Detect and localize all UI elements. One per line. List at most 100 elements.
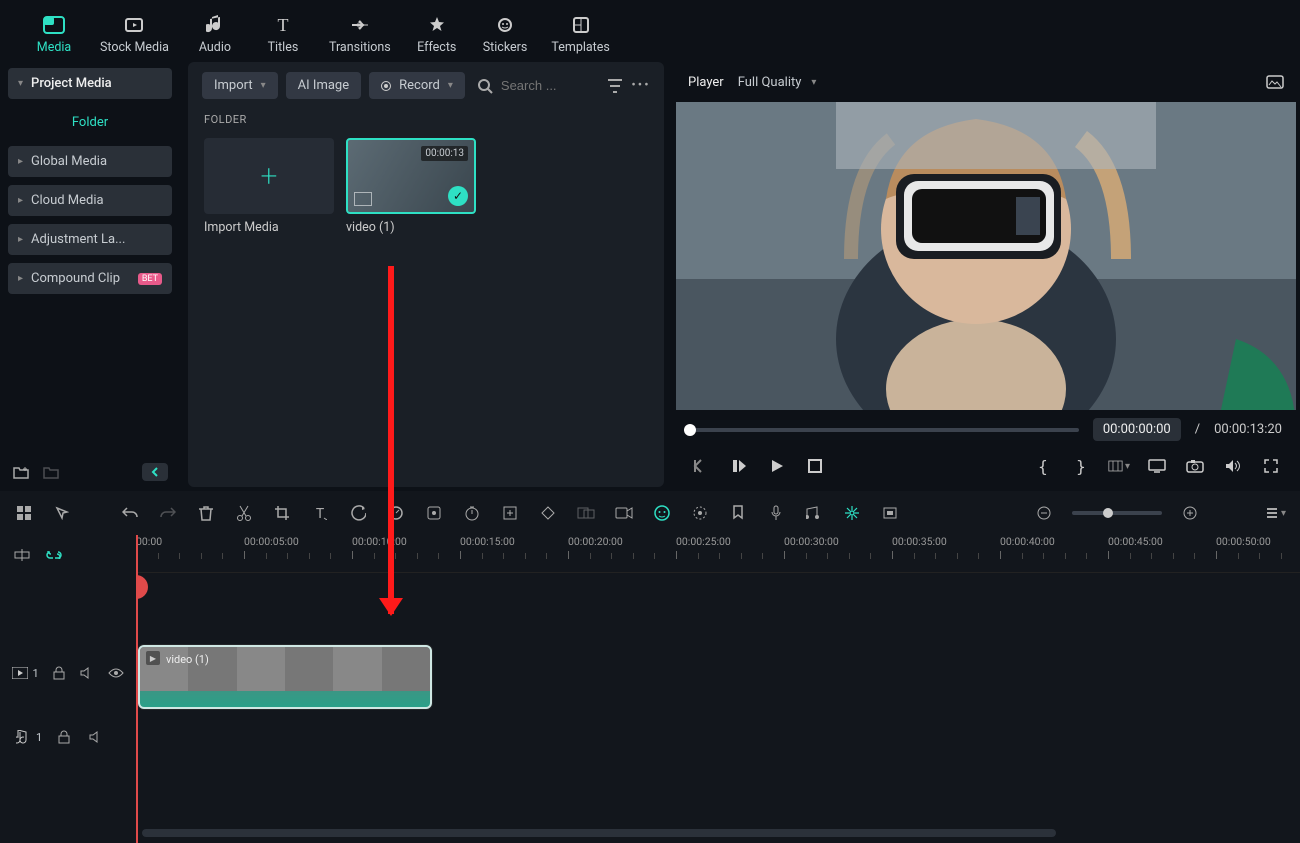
- camera-tl-icon[interactable]: [614, 503, 634, 523]
- crop-tl-icon[interactable]: [880, 503, 900, 523]
- redo-icon[interactable]: [158, 503, 178, 523]
- screenshot-icon[interactable]: [1266, 73, 1284, 91]
- import-media-card[interactable]: + Import Media: [204, 138, 334, 235]
- playhead[interactable]: [136, 535, 138, 843]
- grid-icon[interactable]: [14, 503, 34, 523]
- video-track-header[interactable]: 1: [0, 653, 136, 693]
- clip-duration-badge: 00:00:13: [421, 146, 468, 161]
- tab-audio[interactable]: Audio: [183, 10, 247, 59]
- search-icon[interactable]: [477, 77, 493, 95]
- chain-icon[interactable]: [44, 545, 64, 565]
- audio-track-num: 1: [36, 731, 42, 744]
- mark-in-icon[interactable]: {: [1032, 455, 1054, 477]
- delete-icon[interactable]: [196, 503, 216, 523]
- media-clip-card[interactable]: 00:00:13 ✓ video (1): [346, 138, 476, 235]
- sidebar-compound-clip[interactable]: ▸ Compound Clip BET: [8, 263, 172, 294]
- monitor-icon[interactable]: [1146, 455, 1168, 477]
- sidebar-cloud-label: Cloud Media: [31, 193, 162, 208]
- mark-out-icon[interactable]: }: [1070, 455, 1092, 477]
- plus-icon: +: [204, 138, 334, 214]
- render-icon[interactable]: [842, 503, 862, 523]
- video-preview[interactable]: [676, 102, 1296, 410]
- check-icon: ✓: [448, 186, 468, 206]
- video-track-lane[interactable]: ▶ video (1): [136, 645, 1300, 709]
- duration-icon[interactable]: [462, 503, 482, 523]
- quality-dropdown[interactable]: Full Quality ▾: [738, 75, 817, 90]
- import-button[interactable]: Import ▾: [202, 72, 278, 99]
- color-icon[interactable]: [424, 503, 444, 523]
- ratio-icon[interactable]: ▾: [1108, 455, 1130, 477]
- speed-reverse-icon[interactable]: [348, 503, 368, 523]
- mic-icon[interactable]: [766, 503, 786, 523]
- stop-icon[interactable]: [804, 455, 826, 477]
- tab-stock-media[interactable]: Stock Media: [90, 10, 179, 59]
- zoom-slider[interactable]: [1072, 511, 1162, 515]
- cut-icon[interactable]: [234, 503, 254, 523]
- tab-transitions[interactable]: Transitions: [319, 10, 401, 59]
- playhead-handle[interactable]: [136, 575, 148, 599]
- search-input[interactable]: [501, 78, 594, 93]
- marker-icon[interactable]: [728, 503, 748, 523]
- tab-titles[interactable]: T Titles: [251, 10, 315, 59]
- ruler-tick: 00:00:45:00: [1108, 535, 1163, 548]
- tab-effects[interactable]: Effects: [405, 10, 469, 59]
- zoom-thumb[interactable]: [1103, 508, 1113, 518]
- lock-icon[interactable]: [51, 663, 67, 683]
- prev-frame-icon[interactable]: [690, 455, 712, 477]
- mute-icon[interactable]: [79, 663, 95, 683]
- new-folder-icon[interactable]: [12, 463, 30, 481]
- track-options-icon[interactable]: ▾: [1266, 503, 1286, 523]
- text-icon[interactable]: T: [310, 503, 330, 523]
- time-divider: /: [1195, 422, 1200, 437]
- ruler-tick: 00:00:40:00: [1000, 535, 1055, 548]
- timeline-clip[interactable]: ▶ video (1): [138, 645, 432, 709]
- ai-icon[interactable]: [652, 503, 672, 523]
- zoom-in-icon[interactable]: [1180, 503, 1200, 523]
- keyframe-icon[interactable]: [538, 503, 558, 523]
- freeze-icon[interactable]: [576, 503, 596, 523]
- audio-track-header[interactable]: 1: [0, 717, 136, 757]
- scrubber-thumb[interactable]: [684, 424, 696, 436]
- delete-folder-icon[interactable]: [42, 463, 60, 481]
- lock-icon[interactable]: [54, 727, 74, 747]
- undo-icon[interactable]: [120, 503, 140, 523]
- select-tool-icon[interactable]: [52, 503, 72, 523]
- chevron-right-icon: ▸: [18, 195, 23, 206]
- audio-icon: [204, 14, 226, 36]
- mute-icon[interactable]: [86, 727, 106, 747]
- collapse-sidebar-button[interactable]: [142, 463, 168, 481]
- volume-icon[interactable]: [1222, 455, 1244, 477]
- eye-icon[interactable]: [108, 663, 124, 683]
- ai-image-button[interactable]: AI Image: [286, 72, 361, 99]
- crop-icon[interactable]: [272, 503, 292, 523]
- record-button[interactable]: Record ▾: [369, 72, 465, 99]
- camera-icon[interactable]: [1184, 455, 1206, 477]
- filter-icon[interactable]: [606, 77, 624, 95]
- play-icon[interactable]: [766, 455, 788, 477]
- play-pause-icon[interactable]: [728, 455, 750, 477]
- play-icon: ▶: [146, 651, 160, 665]
- speed-icon[interactable]: [386, 503, 406, 523]
- timeline-scrollbar[interactable]: [136, 829, 1300, 839]
- sidebar-global-media[interactable]: ▸ Global Media: [8, 146, 172, 177]
- link-tracks-icon[interactable]: [12, 545, 32, 565]
- scrollbar-thumb[interactable]: [142, 829, 1056, 837]
- sidebar-adjustment-layer[interactable]: ▸ Adjustment La...: [8, 224, 172, 255]
- timeline-tracks[interactable]: 00:0000:00:05:0000:00:10:0000:00:15:0000…: [136, 535, 1300, 843]
- audio-sync-icon[interactable]: [804, 503, 824, 523]
- zoom-out-icon[interactable]: [1034, 503, 1054, 523]
- sidebar-folder[interactable]: Folder: [8, 107, 172, 138]
- timeline-ruler[interactable]: 00:0000:00:05:0000:00:10:0000:00:15:0000…: [136, 535, 1300, 573]
- tab-templates[interactable]: Templates: [541, 10, 619, 59]
- record-label: Record: [399, 78, 440, 93]
- sidebar-project-media[interactable]: ▾ Project Media: [8, 68, 172, 99]
- fullscreen-icon[interactable]: [1260, 455, 1282, 477]
- fit-icon[interactable]: [500, 503, 520, 523]
- sidebar-cloud-media[interactable]: ▸ Cloud Media: [8, 185, 172, 216]
- tab-media[interactable]: Media: [22, 10, 86, 59]
- scrubber-track[interactable]: [690, 428, 1079, 432]
- track-motion-icon[interactable]: [690, 503, 710, 523]
- more-icon[interactable]: •••: [632, 77, 650, 95]
- media-browser: Import ▾ AI Image Record ▾ ••• FOLDER + …: [188, 62, 664, 487]
- tab-stickers[interactable]: Stickers: [473, 10, 538, 59]
